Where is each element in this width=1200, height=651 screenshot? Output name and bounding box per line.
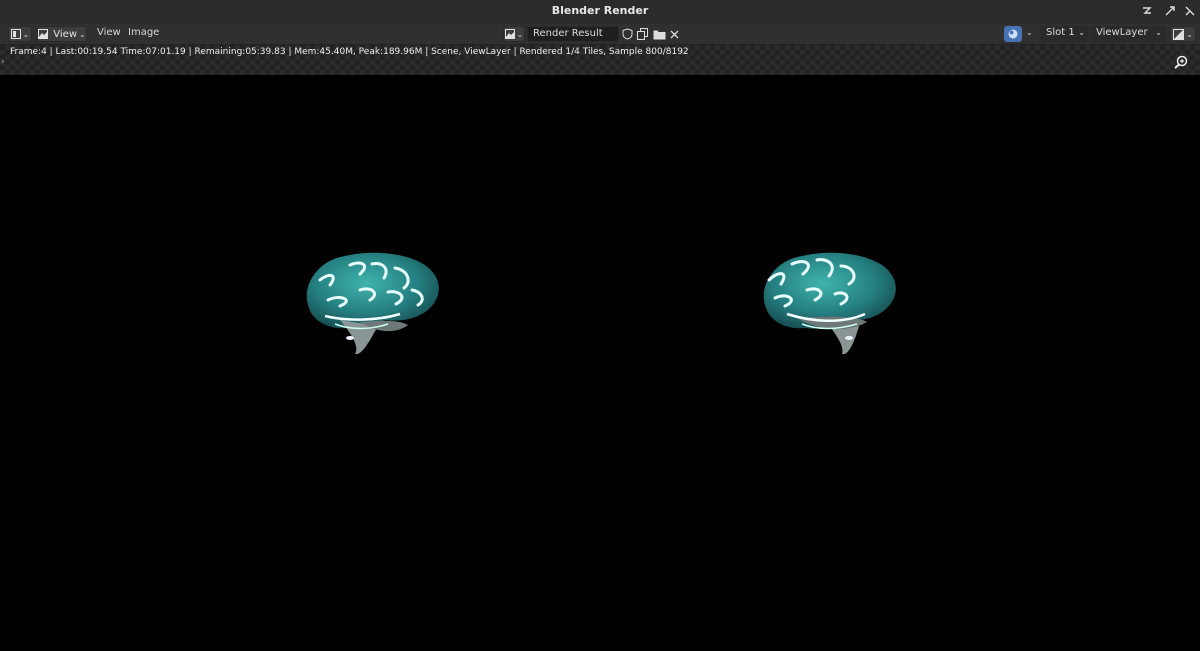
minimize-icon[interactable] (1140, 5, 1154, 19)
sidebar-toggle-icon[interactable]: › (1, 57, 5, 67)
folder-icon[interactable] (651, 26, 667, 42)
view-mode-label: View (53, 28, 78, 40)
browse-image-button[interactable]: ⌄ (503, 26, 525, 42)
render-engine-icon[interactable] (1004, 26, 1022, 42)
display-channels-dropdown[interactable]: ⌄ (1170, 26, 1196, 42)
display-channels-icon (1173, 28, 1185, 40)
image-name-field[interactable]: Render Result (527, 26, 619, 42)
duplicate-icon[interactable] (635, 26, 651, 42)
maximize-icon[interactable] (1163, 5, 1177, 19)
shield-icon[interactable] (620, 26, 634, 42)
editor-type-selector[interactable]: ⌄ (8, 26, 32, 42)
slot-dropdown[interactable]: Slot 1 ⌄ (1040, 26, 1089, 42)
view-mode-icon (38, 29, 49, 39)
menu-view[interactable]: View (97, 27, 121, 38)
close-window-icon[interactable] (1183, 5, 1197, 19)
view-layer-label: ViewLayer (1096, 27, 1148, 38)
view-mode-dropdown[interactable]: View ⌄ (37, 26, 87, 42)
render-engine-caret[interactable]: ⌄ (1026, 28, 1033, 37)
brain-render-left (306, 252, 439, 355)
image-editor-icon (10, 29, 21, 39)
window-titlebar: Blender Render (0, 0, 1200, 25)
menu-image[interactable]: Image (128, 27, 159, 38)
image-browse-icon (504, 29, 515, 39)
window-title: Blender Render (551, 4, 649, 17)
zoom-icon[interactable] (1174, 55, 1188, 73)
render-stats-text: Frame:4 | Last:00:19.54 Time:07:01.19 | … (10, 47, 689, 57)
render-stats-bar: Frame:4 | Last:00:19.54 Time:07:01.19 | … (0, 45, 1200, 75)
render-viewport[interactable] (0, 75, 1200, 651)
view-layer-dropdown[interactable]: ViewLayer ⌄ (1090, 26, 1166, 42)
close-icon[interactable] (667, 26, 681, 42)
brain-render-right (763, 252, 896, 355)
slot-label: Slot 1 (1046, 27, 1075, 38)
image-editor-header: ⌄ View ⌄ View Image ⌄ Render Result ⌄ Sl… (0, 24, 1200, 45)
